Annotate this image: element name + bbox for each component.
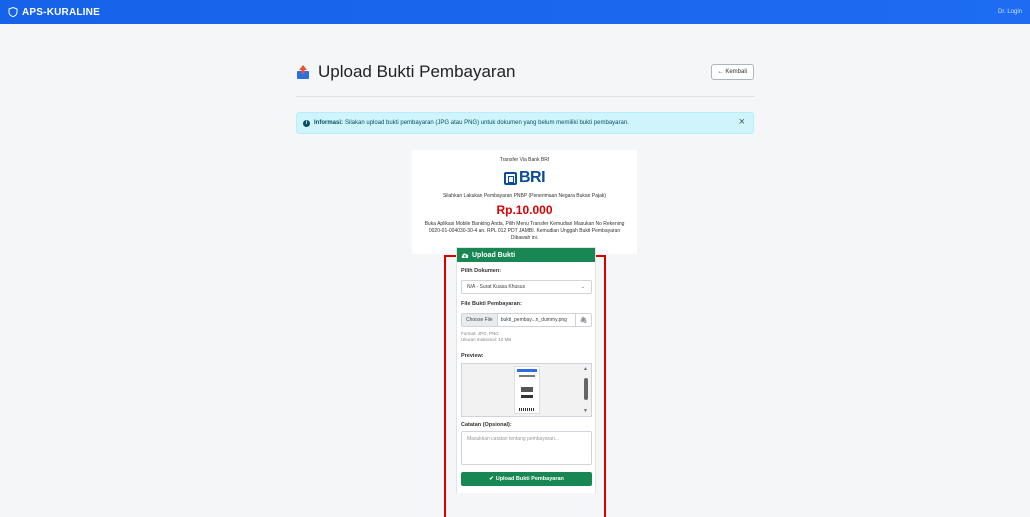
paperclip-icon[interactable]: 🖇	[576, 313, 592, 327]
bri-logo-icon	[503, 171, 517, 185]
size-hint: Ukuran maksimal: 10 MB	[461, 337, 512, 342]
top-navbar: APS-KURALINE Dr. Login	[0, 0, 1030, 24]
brand-name: APS-KURALINE	[22, 6, 100, 18]
payment-description: Silahkan Lakukan Pembayaran PNBP (Peneri…	[442, 193, 607, 199]
check-icon: ✔	[489, 476, 494, 482]
notes-textarea[interactable]: Masukkan catatan tentang pembayaran...	[461, 431, 592, 465]
document-select-value: N/A - Surat Kuasa Khusus	[467, 284, 526, 290]
preview-scrollbar[interactable]: ▲ ▼	[583, 366, 589, 414]
choose-file-button[interactable]: Choose File	[461, 313, 498, 327]
cloud-upload-icon	[461, 252, 469, 258]
file-name: bukti_pembay...n_dummy.png	[497, 313, 576, 327]
file-input[interactable]: Choose File bukti_pembay...n_dummy.png 🖇	[461, 313, 592, 327]
page-header: Upload Bukti Pembayaran ← Kembali	[296, 54, 754, 90]
bri-logo-text: BRI	[518, 169, 546, 186]
info-icon: i	[303, 119, 310, 127]
brand[interactable]: APS-KURALINE	[8, 7, 100, 18]
payment-instructions: Buka Aplikasi Mobile Banking Anda, Pilih…	[424, 221, 625, 241]
alert-prefix: Informasi:	[314, 120, 344, 126]
upload-card: Upload Bukti Pilih Dokumen: N/A - Surat …	[456, 247, 596, 493]
shield-icon	[8, 7, 18, 17]
scroll-down-icon[interactable]: ▼	[583, 408, 588, 414]
payment-heading: Transfer Via Bank BRI	[499, 157, 550, 163]
scroll-thumb[interactable]	[584, 378, 588, 400]
page-title: Upload Bukti Pembayaran	[296, 62, 516, 82]
bri-logo: BRI	[503, 169, 546, 187]
upload-card-title: Upload Bukti	[472, 251, 516, 259]
document-label: Pilih Dokumen:	[461, 268, 502, 274]
upload-card-header: Upload Bukti	[457, 248, 595, 262]
scroll-up-icon[interactable]: ▲	[583, 366, 588, 372]
notes-label: Catatan (Opsional):	[461, 422, 512, 428]
file-label: File Bukti Pembayaran:	[461, 301, 522, 307]
main-content: Upload Bukti Pembayaran ← Kembali i Info…	[0, 24, 1030, 517]
divider	[296, 96, 754, 97]
upload-submit-button[interactable]: ✔ Upload Bukti Pembayaran	[461, 472, 592, 486]
alert-message: Silakan upload bukti pembayaran (JPG ata…	[345, 120, 629, 126]
back-button[interactable]: ← Kembali	[710, 64, 754, 80]
preview-image	[514, 366, 540, 414]
chevron-down-icon: ⌄	[580, 284, 585, 290]
payment-amount: Rp.10.000	[496, 203, 553, 217]
info-alert: i Informasi: Silakan upload bukti pembay…	[296, 112, 754, 134]
preview-label: Preview:	[461, 353, 484, 359]
upload-submit-label: Upload Bukti Pembayaran	[495, 476, 564, 482]
user-menu[interactable]: Dr. Login	[998, 9, 1022, 15]
close-icon[interactable]: ×	[739, 116, 745, 128]
page-title-text: Upload Bukti Pembayaran	[318, 62, 516, 81]
image-preview: ▲ ▼	[461, 363, 592, 417]
document-select[interactable]: N/A - Surat Kuasa Khusus ⌄	[461, 280, 592, 294]
payment-info-card: Transfer Via Bank BRI BRI Silahkan Lakuk…	[412, 150, 637, 254]
upload-file-icon	[297, 65, 309, 79]
